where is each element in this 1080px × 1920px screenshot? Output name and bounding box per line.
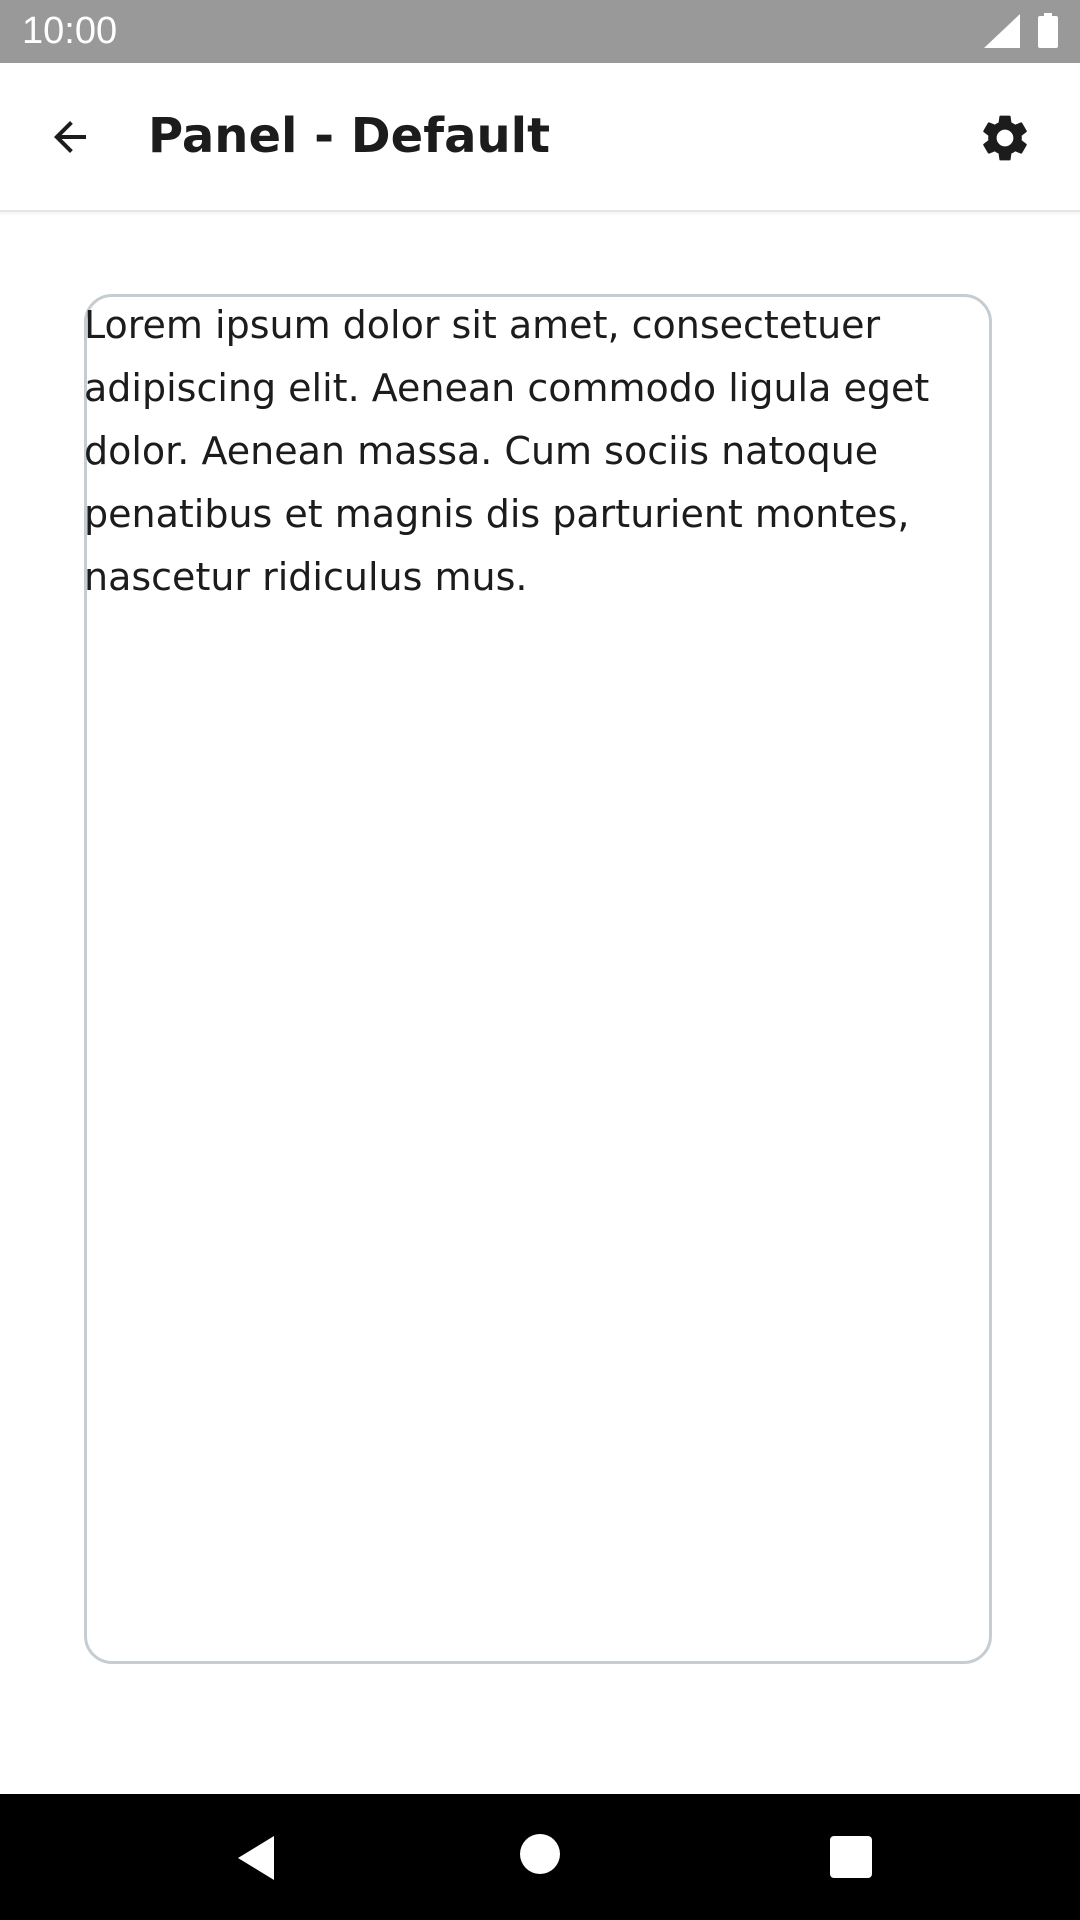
- gear-icon: [983, 115, 1027, 161]
- page-title: Panel - Default: [148, 108, 551, 164]
- nav-home-icon[interactable]: [520, 1834, 560, 1874]
- arrow-back-icon: [54, 121, 86, 153]
- status-time: 10:00: [22, 10, 118, 52]
- nav-back-icon[interactable]: [234, 1834, 282, 1882]
- back-button[interactable]: [38, 105, 102, 169]
- settings-button[interactable]: [972, 105, 1038, 171]
- panel-text: Lorem ipsum dolor sit amet, consectetuer…: [84, 303, 930, 599]
- navigation-bar: [0, 1794, 1080, 1920]
- app-bar: Panel - Default: [0, 63, 1080, 212]
- nav-recents-icon[interactable]: [830, 1836, 872, 1878]
- signal-icon: [984, 14, 1020, 48]
- status-bar: 10:00: [0, 0, 1080, 63]
- battery-icon: [1038, 13, 1058, 48]
